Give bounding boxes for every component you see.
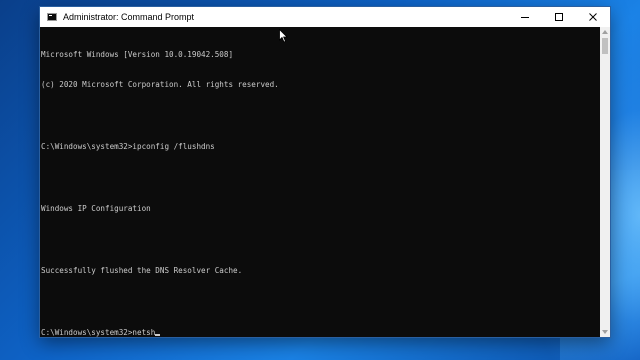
mouse-pointer-icon xyxy=(279,29,288,43)
console-line: Microsoft Windows [Version 10.0.19042.50… xyxy=(41,49,234,59)
close-button[interactable] xyxy=(576,7,610,27)
scrollbar-thumb[interactable] xyxy=(602,38,608,54)
minimize-icon xyxy=(521,17,529,18)
chevron-down-icon xyxy=(602,330,608,334)
console-line: Windows IP Configuration xyxy=(41,204,151,214)
cmd-icon xyxy=(47,13,57,21)
minimize-button[interactable] xyxy=(508,7,542,27)
console-prompt-text: C:\Windows\system32>netsh xyxy=(41,327,156,337)
window-title: Administrator: Command Prompt xyxy=(63,12,195,22)
console-line: Successfully flushed the DNS Resolver Ca… xyxy=(41,265,243,275)
text-cursor xyxy=(155,333,161,336)
console-line: C:\Windows\system32>ipconfig /flushdns xyxy=(41,142,215,152)
scroll-up-button[interactable] xyxy=(600,27,610,37)
command-prompt-window[interactable]: Administrator: Command Prompt Microsoft xyxy=(40,7,610,337)
vertical-scrollbar[interactable] xyxy=(600,27,610,337)
maximize-icon xyxy=(555,13,563,21)
console-line: (c) 2020 Microsoft Corporation. All righ… xyxy=(41,80,279,90)
close-icon xyxy=(589,13,597,21)
console-output[interactable]: Microsoft Windows [Version 10.0.19042.50… xyxy=(40,27,600,337)
maximize-button[interactable] xyxy=(542,7,576,27)
scroll-down-button[interactable] xyxy=(600,327,610,337)
title-bar[interactable]: Administrator: Command Prompt xyxy=(40,7,610,27)
chevron-up-icon xyxy=(602,30,608,34)
window-controls xyxy=(508,7,610,27)
console-input-line[interactable]: C:\Windows\system32>netsh xyxy=(41,328,600,337)
